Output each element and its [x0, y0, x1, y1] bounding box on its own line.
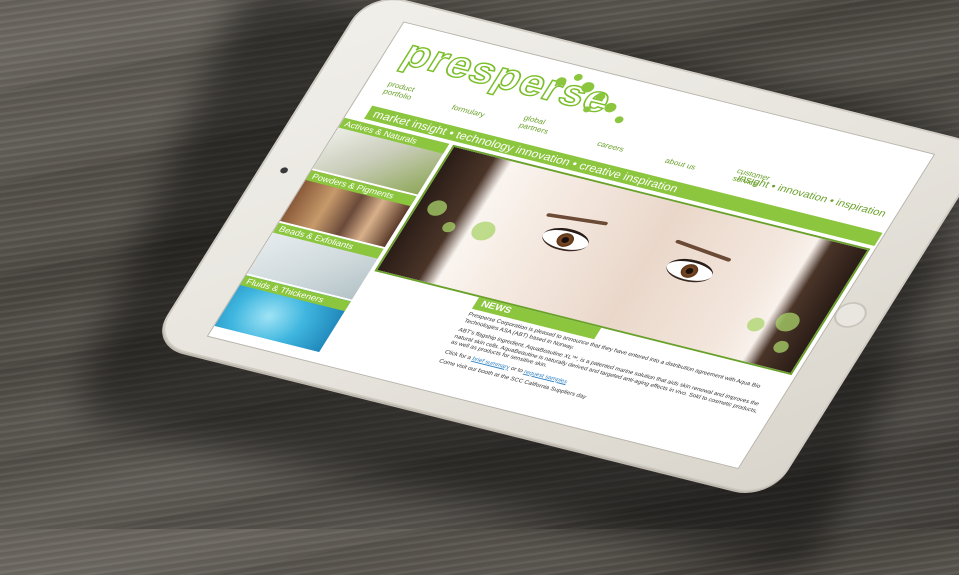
eye-right	[660, 254, 719, 287]
eye-left	[536, 223, 595, 256]
nav-item-customer-service[interactable]: customer service	[731, 167, 779, 191]
camera-icon	[278, 166, 290, 175]
nav-item-about-us[interactable]: about us	[663, 157, 697, 172]
nav-item-formulary[interactable]: formulary	[450, 103, 487, 118]
nav-item-careers[interactable]: careers	[595, 140, 626, 154]
